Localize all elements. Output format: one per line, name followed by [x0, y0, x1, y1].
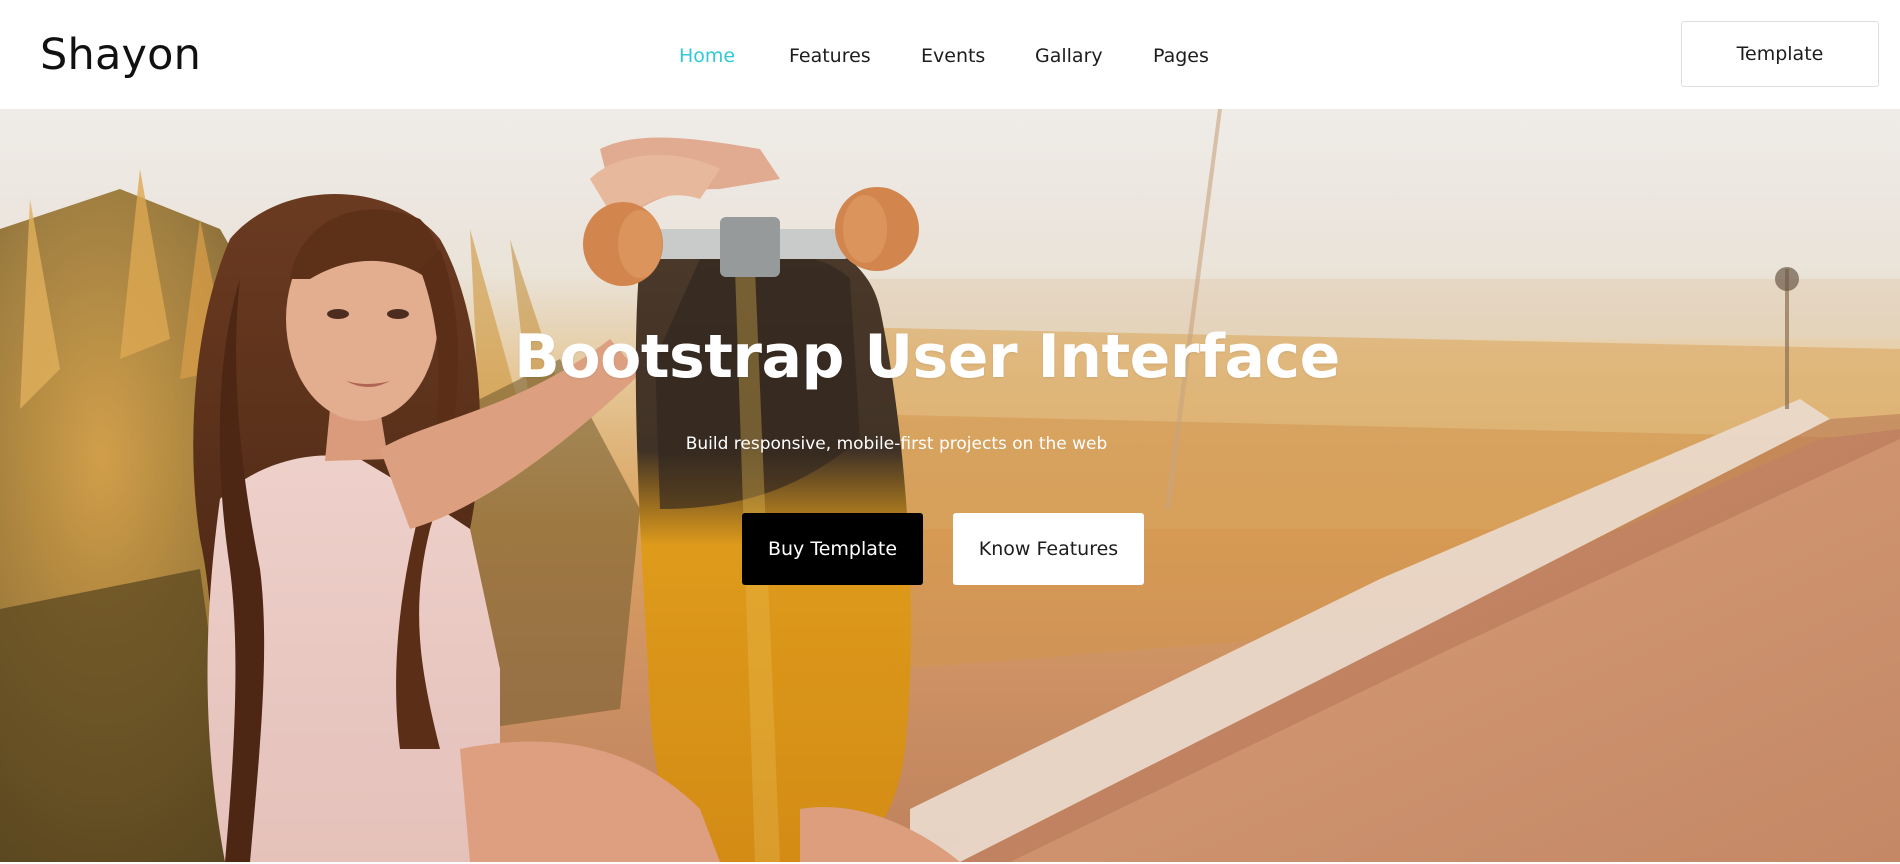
template-button[interactable]: Template	[1681, 21, 1879, 87]
hero-title: Bootstrap User Interface	[514, 322, 1340, 392]
nav-link-pages[interactable]: Pages	[1153, 40, 1209, 72]
buy-template-button[interactable]: Buy Template	[742, 513, 923, 585]
hero-subtitle: Build responsive, mobile-first projects …	[685, 434, 1108, 454]
nav-link-home[interactable]: Home	[679, 40, 735, 72]
nav-link-features[interactable]: Features	[789, 40, 871, 72]
top-navbar: Shayon Home Features Events Gallary Page…	[0, 0, 1900, 109]
know-features-button[interactable]: Know Features	[953, 513, 1144, 585]
hero-overlay	[0, 109, 1900, 862]
brand-logo[interactable]: Shayon	[40, 27, 201, 83]
nav-link-events[interactable]: Events	[921, 40, 985, 72]
hero-section: Bootstrap User Interface Build responsiv…	[0, 109, 1900, 862]
nav-link-gallary[interactable]: Gallary	[1035, 40, 1103, 72]
